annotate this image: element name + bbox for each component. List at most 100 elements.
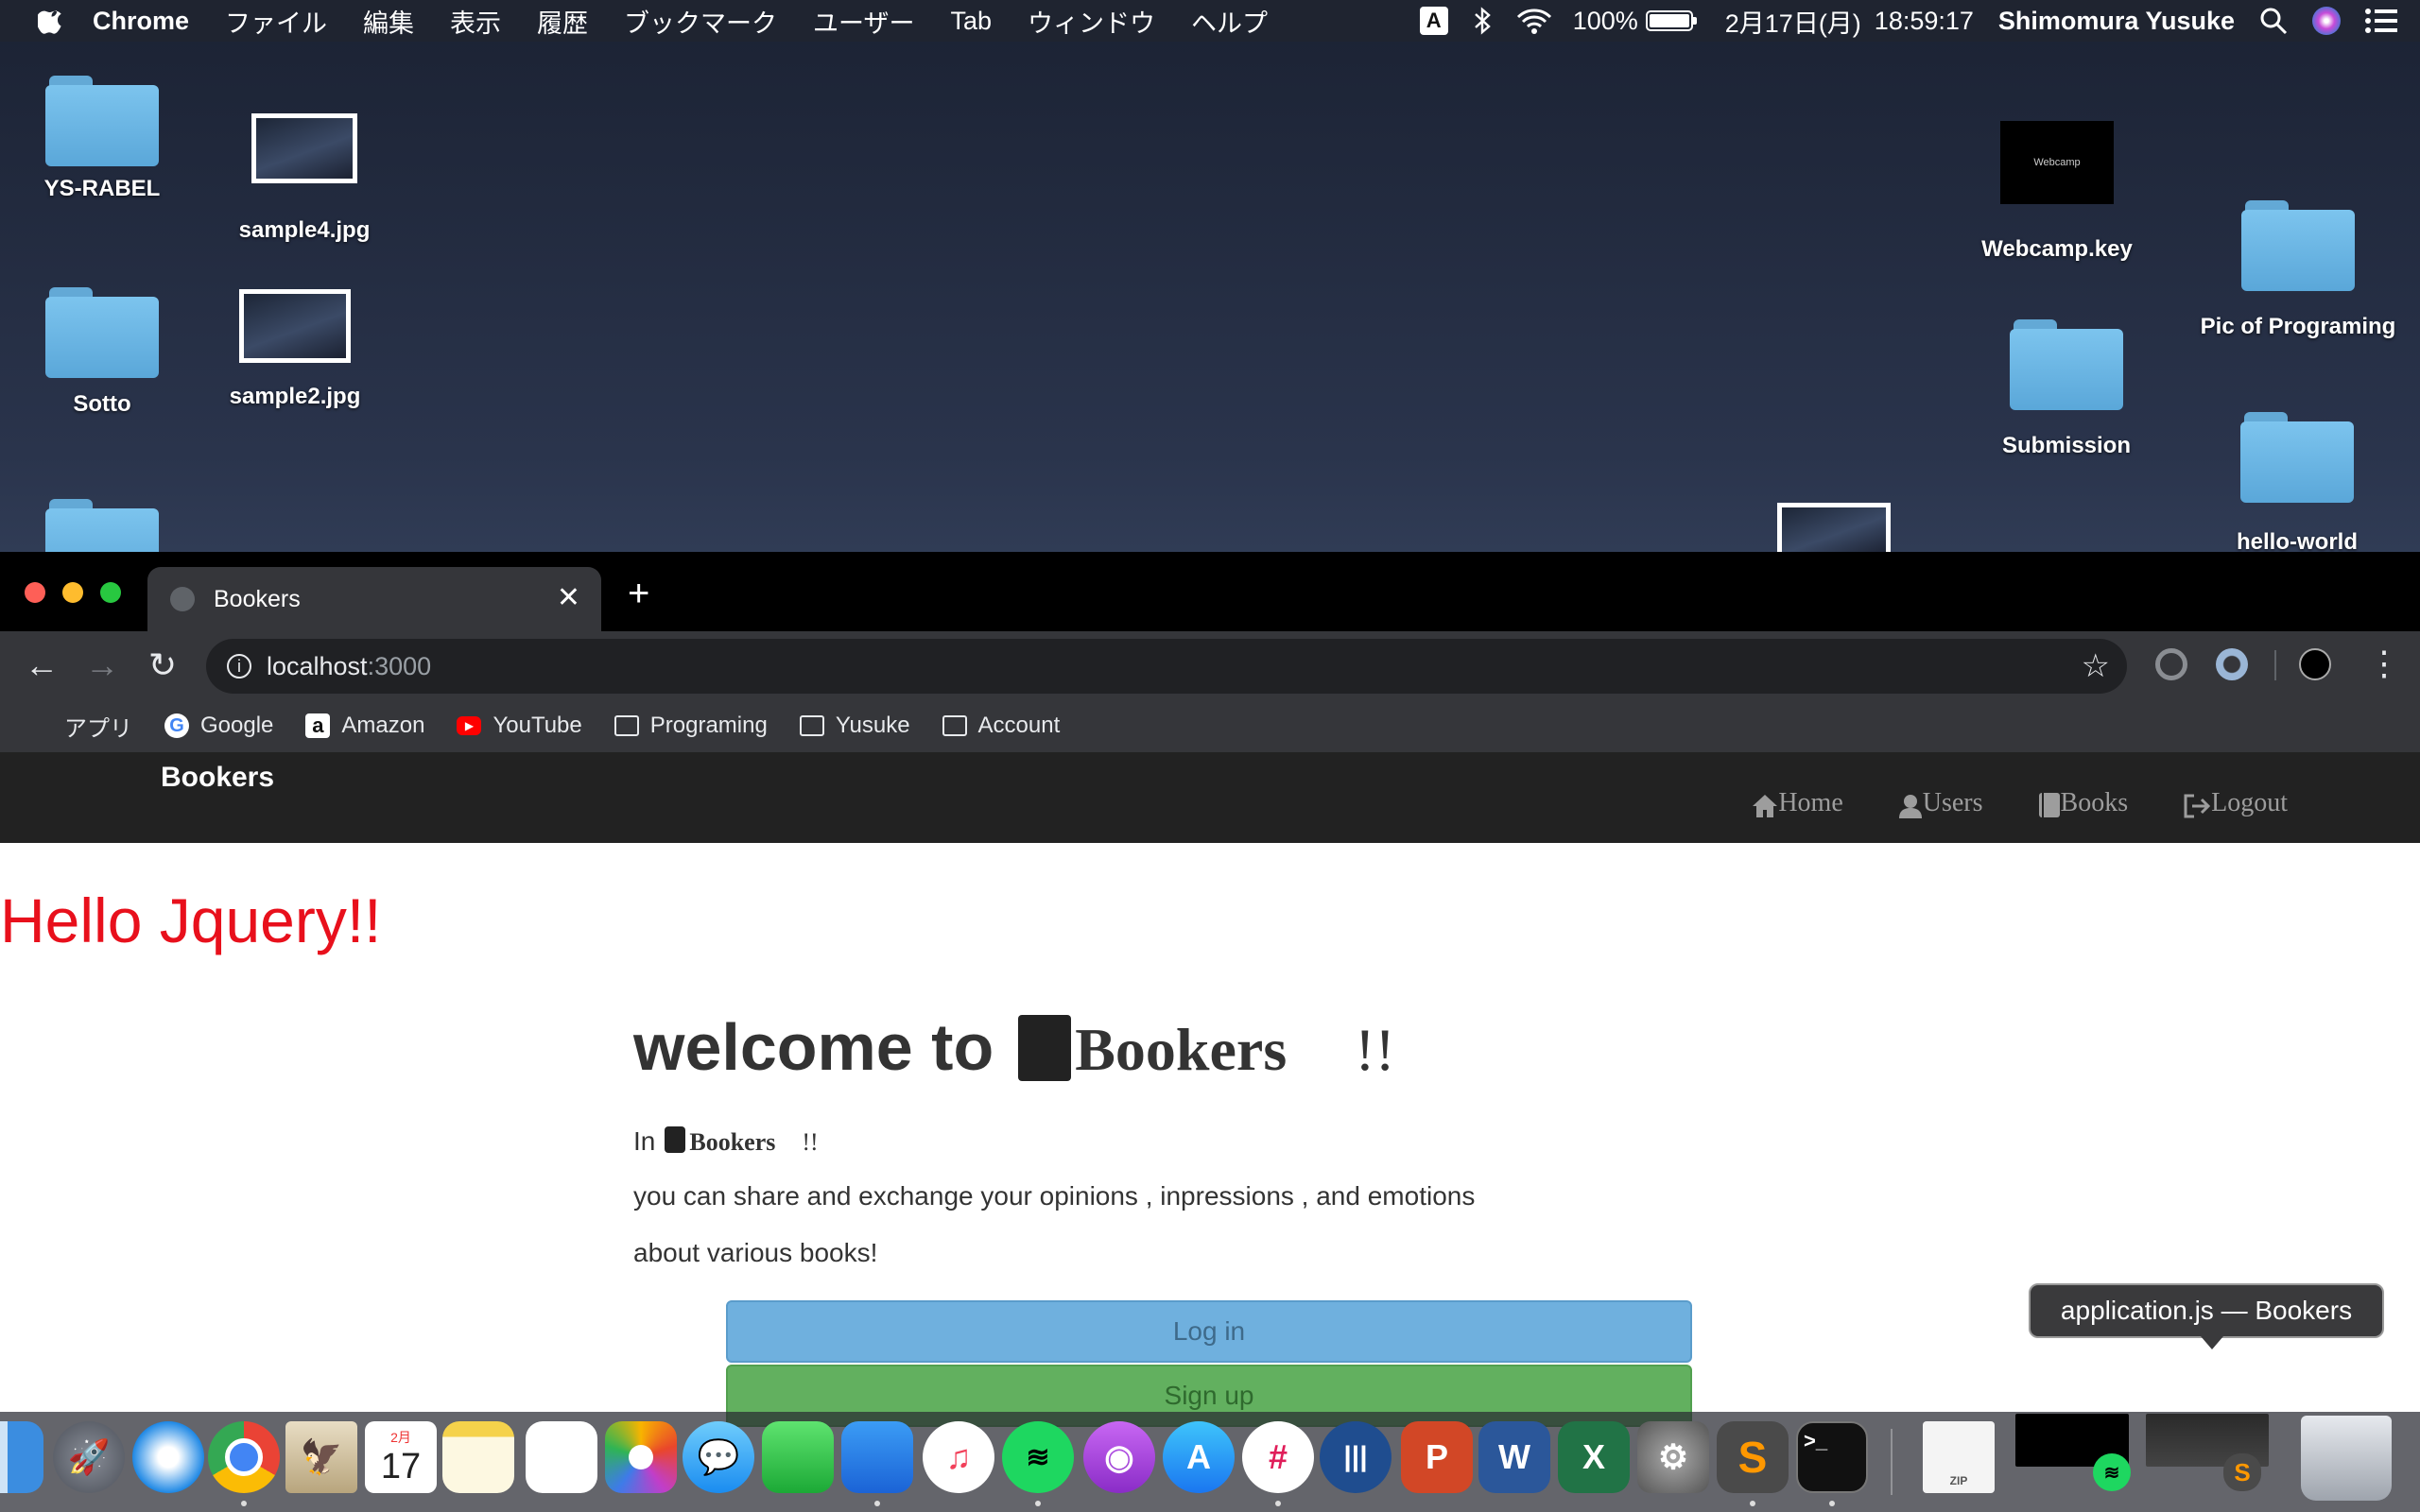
running-indicator bbox=[1750, 1501, 1755, 1506]
bookmark-star-icon[interactable]: ☆ bbox=[2082, 647, 2110, 685]
app-store-dock-icon[interactable]: A bbox=[1163, 1421, 1235, 1493]
menubar-user[interactable]: Shimomura Yusuke bbox=[1998, 7, 2235, 36]
desktop-file-partial-thumb[interactable] bbox=[1777, 503, 1891, 559]
app-menu-chrome[interactable]: Chrome bbox=[93, 7, 189, 36]
forward-button[interactable]: → bbox=[81, 644, 123, 686]
chrome-menu-icon[interactable]: ⋮ bbox=[2367, 644, 2401, 682]
desktop-folder-pic-of-programing[interactable]: Pic of Programing bbox=[2189, 200, 2407, 340]
site-navbar: Bookers Home Users Books Logout bbox=[0, 752, 2420, 843]
bookmark-label: アプリ bbox=[64, 715, 132, 742]
reload-button[interactable]: ↻ bbox=[142, 644, 183, 686]
bookmark-youtube[interactable]: ▶ YouTube bbox=[457, 713, 582, 739]
description-line-1: you can share and exchange your opinions… bbox=[633, 1181, 1476, 1211]
menu-help[interactable]: ヘルプ bbox=[1191, 3, 1268, 40]
desktop-file-webcamp-key[interactable]: Webcamp Webcamp.key bbox=[1972, 121, 2142, 263]
nav-users[interactable]: Users bbox=[1898, 788, 1983, 818]
menu-history[interactable]: 履歴 bbox=[537, 3, 588, 40]
desktop-file-sample4[interactable]: sample4.jpg bbox=[219, 113, 389, 244]
welcome-brand: Bookers bbox=[1075, 1016, 1288, 1083]
messages-dock-icon[interactable]: 💬 bbox=[683, 1421, 754, 1493]
menu-users[interactable]: ユーザー bbox=[813, 3, 914, 40]
desktop-folder-hello-world[interactable]: hello-world bbox=[2212, 412, 2382, 556]
window-zoom-button[interactable] bbox=[100, 582, 121, 603]
sublime-text-dock-icon[interactable]: S bbox=[1717, 1421, 1789, 1493]
bookmark-google[interactable]: G Google bbox=[164, 713, 273, 739]
photos-dock-icon[interactable] bbox=[605, 1421, 677, 1493]
window-minimize-button[interactable] bbox=[62, 582, 83, 603]
siri-icon[interactable] bbox=[2312, 7, 2341, 35]
powerpoint-dock-icon[interactable]: P bbox=[1401, 1421, 1473, 1493]
spotify-dock-icon[interactable]: ≋ bbox=[1002, 1421, 1074, 1493]
login-button[interactable]: Log in bbox=[726, 1300, 1692, 1363]
desktop-folder-ys-rabel[interactable]: YS-RABEL bbox=[17, 76, 187, 202]
desktop-folder-submission[interactable]: Submission bbox=[1981, 319, 2152, 459]
desktop-file-sample2[interactable]: sample2.jpg bbox=[210, 289, 380, 410]
music-dock-icon[interactable]: ♫ bbox=[923, 1421, 994, 1493]
calendar-dock-icon[interactable]: 2月 17 bbox=[365, 1421, 437, 1493]
safari-dock-icon[interactable] bbox=[132, 1421, 204, 1493]
url-host: localhost bbox=[267, 651, 368, 680]
mail-dock-icon[interactable]: 🦅 bbox=[285, 1421, 357, 1493]
nav-home[interactable]: Home bbox=[1752, 788, 1843, 818]
launchpad-dock-icon[interactable]: 🚀 bbox=[53, 1421, 125, 1493]
folder-icon bbox=[45, 76, 159, 166]
menu-file[interactable]: ファイル bbox=[225, 3, 327, 40]
chrome-dock-icon[interactable] bbox=[208, 1421, 280, 1493]
in-prefix: In bbox=[633, 1126, 656, 1156]
nav-books[interactable]: Books bbox=[2038, 788, 2128, 818]
excel-dock-icon[interactable]: X bbox=[1558, 1421, 1630, 1493]
menu-edit[interactable]: 編集 bbox=[363, 3, 414, 40]
window-close-button[interactable] bbox=[25, 582, 45, 603]
finder-dock-icon[interactable] bbox=[0, 1421, 43, 1493]
bookmark-folder-account[interactable]: Account bbox=[942, 713, 1060, 739]
trash-dock-icon[interactable] bbox=[2301, 1416, 2392, 1501]
profile-avatar[interactable] bbox=[2299, 648, 2331, 680]
bookmark-folder-programing[interactable]: Programing bbox=[614, 713, 768, 739]
menu-bar: Chrome ファイル 編集 表示 履歴 ブックマーク ユーザー Tab ウィン… bbox=[0, 0, 2420, 42]
apple-icon[interactable] bbox=[38, 7, 66, 35]
extension-circle-icon[interactable] bbox=[2216, 648, 2248, 680]
slack-dock-icon[interactable]: # bbox=[1242, 1421, 1314, 1493]
menubar-time[interactable]: 18:59:17 bbox=[1875, 7, 1974, 36]
new-tab-button[interactable]: + bbox=[628, 575, 649, 612]
notification-center-icon[interactable] bbox=[2365, 8, 2397, 34]
terminal-dock-icon[interactable]: >_ bbox=[1796, 1421, 1868, 1493]
home-icon bbox=[1753, 795, 1778, 817]
keynote-dock-icon[interactable] bbox=[841, 1421, 913, 1493]
menu-window[interactable]: ウィンドウ bbox=[1028, 3, 1155, 40]
bookmark-apps[interactable]: アプリ bbox=[28, 710, 132, 743]
tab-bookers[interactable]: Bookers ✕ bbox=[147, 567, 601, 631]
reminders-dock-icon[interactable] bbox=[526, 1421, 597, 1493]
folder-icon bbox=[799, 715, 824, 736]
close-tab-icon[interactable]: ✕ bbox=[557, 584, 580, 612]
address-bar[interactable]: i localhost :3000 ☆ bbox=[206, 639, 2127, 694]
input-source-icon[interactable]: A bbox=[1419, 7, 1448, 35]
menubar-date[interactable]: 2月17日(月) bbox=[1725, 3, 1861, 40]
menu-tab[interactable]: Tab bbox=[950, 7, 992, 36]
menu-bookmarks[interactable]: ブックマーク bbox=[624, 3, 777, 40]
running-indicator bbox=[241, 1501, 247, 1506]
podcasts-dock-icon[interactable]: ◉ bbox=[1083, 1421, 1155, 1493]
notes-dock-icon[interactable] bbox=[442, 1421, 514, 1493]
facetime-dock-icon[interactable] bbox=[762, 1421, 834, 1493]
audio-app-dock-icon[interactable]: ||| bbox=[1320, 1421, 1392, 1493]
bookmark-label: Amazon bbox=[341, 713, 425, 738]
bluetooth-icon[interactable] bbox=[1473, 7, 1492, 35]
battery-icon[interactable] bbox=[1645, 10, 1697, 31]
system-preferences-dock-icon[interactable]: ⚙ bbox=[1637, 1421, 1709, 1493]
spotlight-search-icon[interactable] bbox=[2259, 7, 2288, 35]
extension-sync-icon[interactable] bbox=[2155, 648, 2187, 680]
bookmark-amazon[interactable]: a Amazon bbox=[305, 713, 424, 739]
bookmark-folder-yusuke[interactable]: Yusuke bbox=[799, 713, 910, 739]
zip-file-dock-icon[interactable]: ZIP bbox=[1923, 1421, 1995, 1493]
back-button[interactable]: ← bbox=[21, 644, 62, 686]
desktop-folder-sotto[interactable]: Sotto bbox=[17, 287, 187, 418]
word-dock-icon[interactable]: W bbox=[1478, 1421, 1550, 1493]
nav-logout[interactable]: Logout bbox=[2183, 788, 2288, 818]
wifi-icon[interactable] bbox=[1516, 8, 1552, 34]
site-brand[interactable]: Bookers bbox=[161, 762, 274, 794]
menu-view[interactable]: 表示 bbox=[450, 3, 501, 40]
dock-tooltip: application.js — Bookers bbox=[2029, 1283, 2384, 1349]
youtube-icon: ▶ bbox=[457, 716, 482, 735]
site-info-icon[interactable]: i bbox=[227, 654, 251, 679]
